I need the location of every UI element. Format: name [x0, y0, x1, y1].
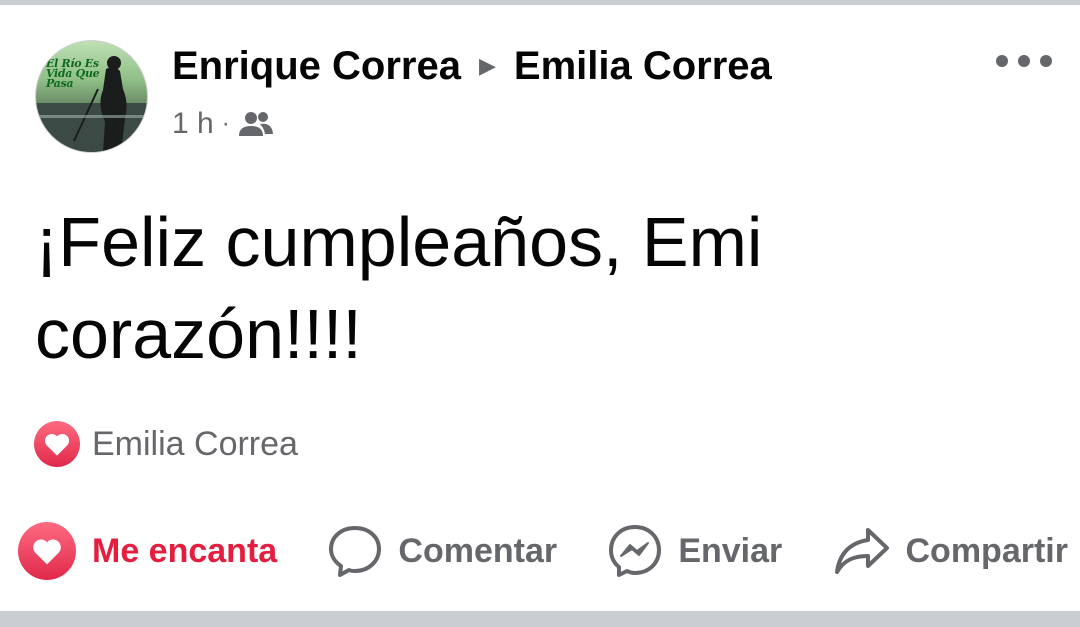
friends-icon[interactable] — [238, 110, 274, 138]
share-icon — [834, 528, 889, 574]
reaction-summary[interactable]: Emilia Correa — [34, 420, 298, 468]
author-name[interactable]: Enrique Correa — [172, 44, 461, 89]
more-dot — [996, 55, 1008, 67]
action-bar: Me encanta Comentar Enviar Compartir — [18, 520, 1068, 582]
comment-icon — [329, 526, 382, 577]
messenger-icon — [609, 525, 662, 577]
love-reaction-icon — [34, 421, 80, 467]
top-separator — [0, 0, 1080, 5]
post-time[interactable]: 1 h — [172, 107, 214, 141]
share-button-label: Compartir — [905, 531, 1068, 570]
heart-glyph — [33, 539, 61, 565]
meta-separator: · — [221, 110, 230, 137]
love-button-label: Me encanta — [92, 531, 278, 570]
post-meta: 1 h · — [172, 102, 274, 146]
more-horizontal-icon[interactable] — [996, 52, 1052, 70]
bottom-separator — [0, 611, 1080, 627]
reaction-names: Emilia Correa — [92, 424, 298, 463]
heart-glyph — [44, 433, 70, 456]
avatar-logo-text: El Río Es Vida Que Pasa — [46, 57, 100, 90]
heart-icon — [18, 522, 76, 580]
arrow-right-icon: ▶ — [478, 53, 496, 78]
more-dot — [1018, 55, 1030, 67]
send-button[interactable]: Enviar — [608, 524, 782, 578]
love-button[interactable]: Me encanta — [18, 522, 277, 580]
comment-button-label: Comentar — [398, 531, 558, 570]
share-button[interactable]: Compartir — [834, 526, 1068, 576]
more-dot — [1040, 55, 1052, 67]
send-button-label: Enviar — [678, 531, 783, 570]
author-avatar[interactable]: El Río Es Vida Que Pasa — [35, 40, 148, 153]
post-text: ¡Feliz cumpleaños, Emi corazón!!!! — [35, 203, 763, 373]
post-header-names: Enrique Correa ▶ Emilia Correa — [172, 42, 772, 90]
recipient-name[interactable]: Emilia Correa — [514, 44, 772, 89]
comment-button[interactable]: Comentar — [328, 524, 557, 578]
